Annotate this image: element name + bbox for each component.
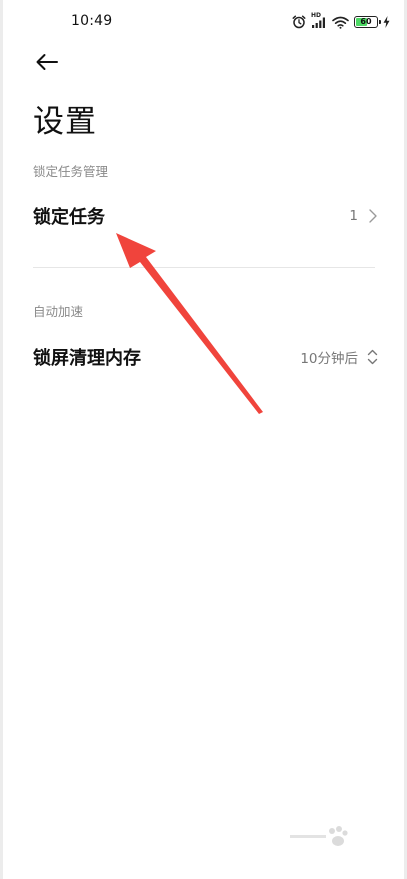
row-label-lock-task: 锁定任务 bbox=[33, 207, 105, 228]
row-lock-screen-clean-memory[interactable]: 锁屏清理内存 10分钟后 bbox=[3, 329, 404, 385]
signal-icon: HD bbox=[311, 12, 327, 29]
chevron-up-down-icon bbox=[367, 349, 378, 365]
status-bar: 10:49 HD 60 bbox=[3, 0, 404, 44]
row-lock-task[interactable]: 锁定任务 1 bbox=[3, 188, 404, 244]
chevron-right-icon bbox=[369, 209, 377, 223]
status-icons: HD 60 bbox=[292, 12, 390, 32]
page-title: 设置 bbox=[33, 104, 97, 140]
status-time: 10:49 bbox=[71, 13, 113, 29]
wifi-icon bbox=[332, 16, 349, 29]
back-button[interactable] bbox=[29, 44, 65, 80]
paw-icon bbox=[290, 826, 348, 846]
section-divider bbox=[33, 267, 375, 268]
row-label-lock-screen-clean-memory: 锁屏清理内存 bbox=[33, 348, 141, 369]
section-header-lock-task-management: 锁定任务管理 bbox=[33, 164, 109, 179]
battery-level: 60 bbox=[360, 17, 372, 26]
screen: 10:49 HD 60 设置 锁定任务管理 锁定任务 1 自动加速 锁屏清理内存… bbox=[3, 0, 404, 879]
section-header-auto-boost: 自动加速 bbox=[33, 304, 84, 319]
arrow-left-icon bbox=[36, 54, 58, 70]
row-value-lock-screen-clean-memory: 10分钟后 bbox=[300, 351, 358, 367]
alarm-icon bbox=[292, 15, 306, 29]
watermark-logo bbox=[290, 825, 380, 865]
row-value-lock-task: 1 bbox=[349, 208, 358, 224]
charging-icon bbox=[383, 16, 390, 28]
battery-icon: 60 bbox=[354, 16, 381, 28]
network-tag: HD bbox=[311, 11, 322, 19]
